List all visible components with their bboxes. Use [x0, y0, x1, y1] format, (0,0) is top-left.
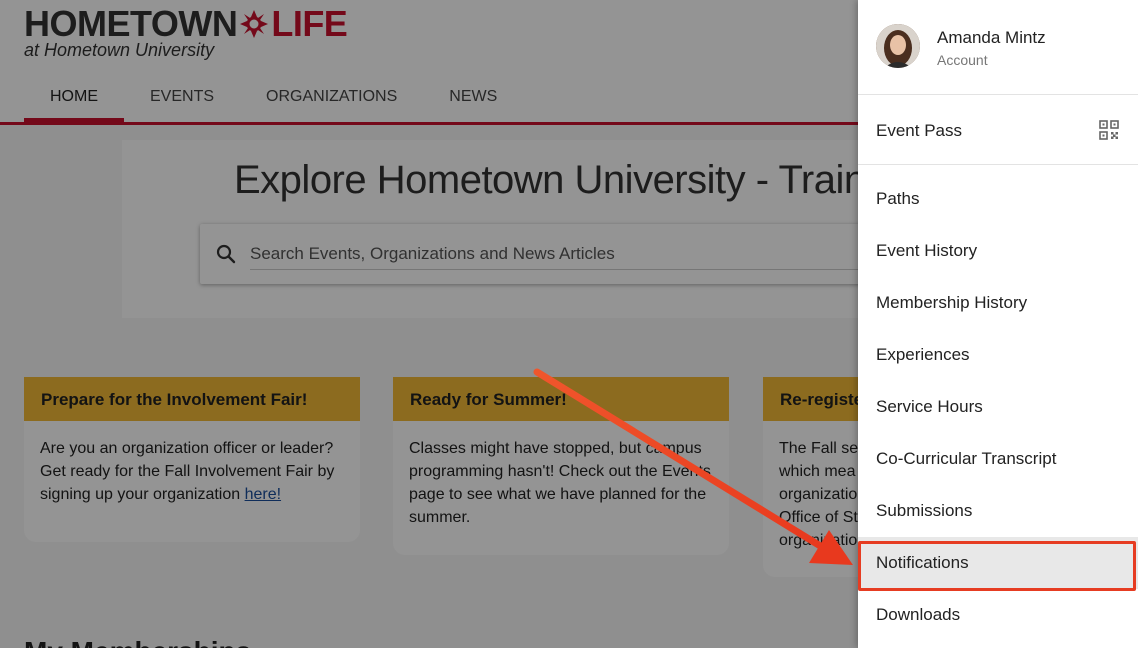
menu-item-co-curricular-transcript[interactable]: Co-Curricular Transcript: [858, 433, 1138, 485]
avatar: [876, 24, 920, 68]
account-menu: Paths Event History Membership History E…: [858, 173, 1138, 641]
user-name: Amanda Mintz: [937, 28, 1046, 47]
menu-item-paths[interactable]: Paths: [858, 173, 1138, 225]
menu-item-event-history[interactable]: Event History: [858, 225, 1138, 277]
account-label: Account: [937, 52, 988, 68]
menu-item-membership-history[interactable]: Membership History: [858, 277, 1138, 329]
qr-code-icon: [1099, 120, 1119, 140]
avatar-image: [876, 24, 920, 68]
menu-item-downloads[interactable]: Downloads: [858, 589, 1138, 641]
menu-item-notifications[interactable]: Notifications: [858, 537, 1138, 589]
event-pass-item[interactable]: Event Pass: [858, 95, 1138, 165]
profile-header[interactable]: Amanda Mintz Account: [858, 0, 1138, 95]
account-drawer: Amanda Mintz Account Event Pass Paths Ev…: [858, 0, 1138, 648]
menu-item-submissions[interactable]: Submissions: [858, 485, 1138, 537]
menu-item-service-hours[interactable]: Service Hours: [858, 381, 1138, 433]
event-pass-label: Event Pass: [876, 121, 962, 140]
menu-item-experiences[interactable]: Experiences: [858, 329, 1138, 381]
